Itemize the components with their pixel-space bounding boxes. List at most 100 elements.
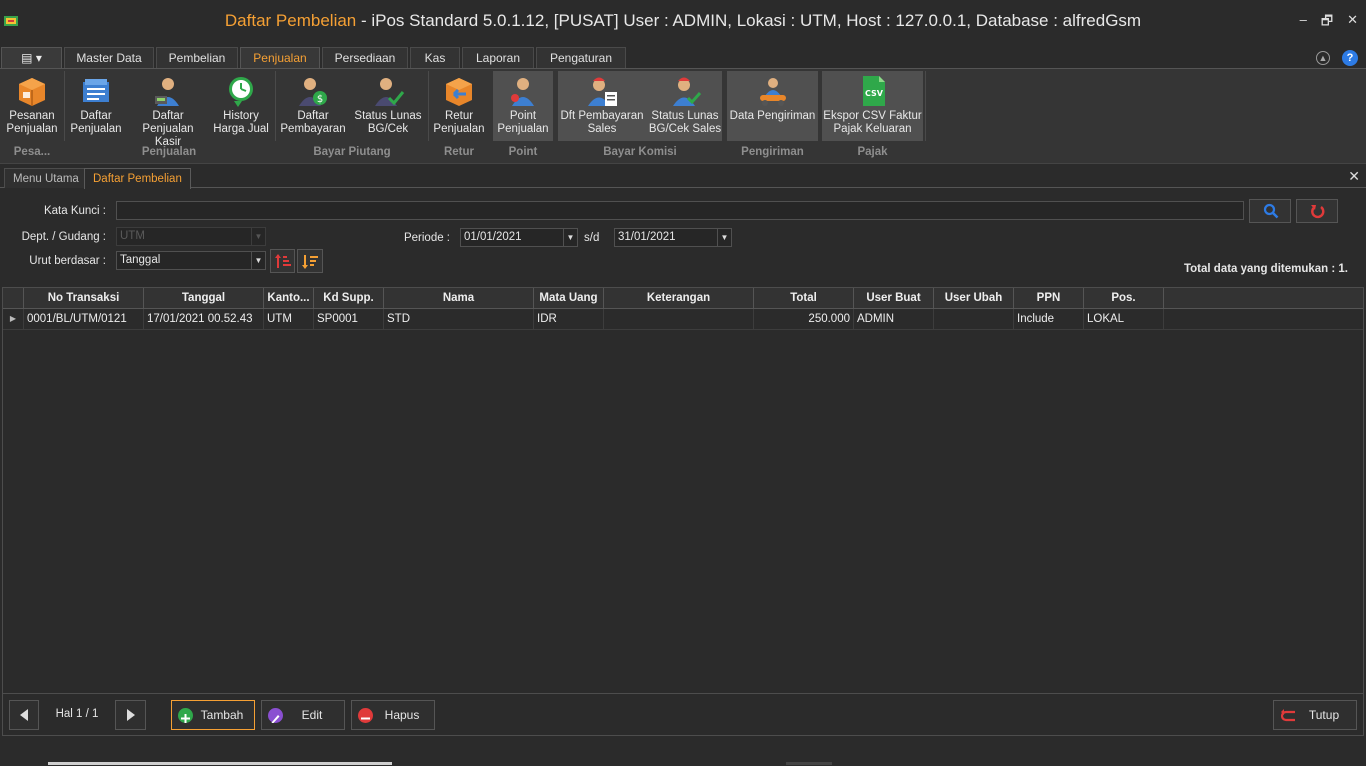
ribbon-status-lunas-bg-cek-sales-button[interactable]: Status Lunas BG/Cek Sales (648, 71, 722, 141)
column-header[interactable]: Mata Uang (534, 288, 604, 309)
group-label-pajak: Pajak (857, 146, 888, 158)
table-cell[interactable]: SP0001 (314, 309, 384, 329)
tambah-button[interactable]: Tambah (171, 700, 255, 730)
periode-to-date[interactable]: 31/01/2021 ▼ (614, 228, 732, 247)
column-header[interactable]: User Buat (854, 288, 934, 309)
sort-descending-icon (302, 255, 318, 269)
tab-persediaan[interactable]: Persediaan (322, 47, 408, 69)
ribbon-daftar-penjualan-button[interactable]: Daftar Penjualan (66, 71, 126, 141)
kata-kunci-label: Kata Kunci : (43, 205, 106, 217)
app-menu-button[interactable]: ▤ ▾ (1, 47, 62, 69)
total-data-label: Total data yang ditemukan : 1. (1183, 263, 1348, 275)
ribbon-point-penjualan-button[interactable]: Point Penjualan (493, 71, 553, 141)
sales-check-icon (673, 77, 702, 106)
group-label-penjualan: Penjualan (141, 146, 197, 158)
bottom-toolbar: Hal 1 / 1 Tambah Edit Hapus Tutup (2, 694, 1364, 736)
column-header[interactable]: User Ubah (934, 288, 1014, 309)
tab-master-data[interactable]: Master Data (64, 47, 154, 69)
group-label-bayar-piutang: Bayar Piutang (313, 146, 391, 158)
menu-tab-row: ▤ ▾ Master Data Pembelian Penjualan Pers… (0, 47, 1366, 69)
help-icon[interactable]: ? (1342, 50, 1358, 66)
table-cell[interactable]: 250.000 (754, 309, 854, 329)
table-cell[interactable] (934, 309, 1014, 329)
tab-pembelian[interactable]: Pembelian (156, 47, 238, 69)
tutup-button[interactable]: Tutup (1273, 700, 1357, 730)
chevron-down-icon[interactable]: ▼ (717, 229, 731, 246)
window-title-main: Daftar Pembelian (224, 11, 357, 30)
sd-label: s/d (584, 232, 600, 244)
ribbon-daftar-pembayaran-button[interactable]: $ Daftar Pembayaran (278, 71, 348, 141)
table-cell[interactable]: 17/01/2021 00.52.43 (144, 309, 264, 329)
column-header[interactable]: Nama (384, 288, 534, 309)
doc-tab-daftar-pembelian[interactable]: Daftar Pembelian (84, 168, 191, 189)
table-cell[interactable]: STD (384, 309, 534, 329)
table-cell[interactable]: LOKAL (1084, 309, 1164, 329)
ribbon-separator (428, 71, 429, 141)
table-cell[interactable]: 0001/BL/UTM/0121 (24, 309, 144, 329)
column-header[interactable]: Keterangan (604, 288, 754, 309)
hapus-button[interactable]: Hapus (351, 700, 435, 730)
prev-page-button[interactable] (9, 700, 39, 730)
order-box-icon (19, 78, 45, 106)
chevron-down-icon[interactable]: ▼ (251, 252, 265, 269)
svg-text:CSV: CSV (865, 89, 884, 98)
sort-descending-button[interactable] (297, 249, 323, 273)
tab-pengaturan[interactable]: Pengaturan (536, 47, 626, 69)
csv-icon: CSV (862, 76, 885, 106)
close-tab-icon[interactable]: ✕ (1348, 168, 1360, 185)
table-cell[interactable]: Include (1014, 309, 1084, 329)
point-person-icon (511, 78, 534, 106)
urut-berdasar-label: Urut berdasar : (29, 255, 106, 267)
ribbon-separator (275, 71, 276, 141)
next-page-button[interactable] (115, 700, 146, 730)
cashier-icon (155, 78, 179, 106)
column-header[interactable]: PPN (1014, 288, 1084, 309)
table-row[interactable]: ▶ 0001/BL/UTM/0121 17/01/2021 00.52.43 U… (3, 309, 1363, 330)
tab-laporan[interactable]: Laporan (462, 47, 534, 69)
table-cell[interactable]: UTM (264, 309, 314, 329)
sort-ascending-button[interactable] (270, 249, 295, 273)
table-cell[interactable]: IDR (534, 309, 604, 329)
search-button[interactable] (1249, 199, 1291, 223)
column-header[interactable]: Total (754, 288, 854, 309)
svg-text:$: $ (317, 94, 323, 105)
sort-ascending-icon (275, 254, 291, 268)
payment-person-icon: $ (299, 78, 327, 106)
column-header[interactable]: Kd Supp. (314, 288, 384, 309)
ribbon-retur-penjualan-button[interactable]: Retur Penjualan (430, 71, 488, 141)
doc-tab-menu-utama[interactable]: Menu Utama (4, 168, 88, 188)
window-title: Daftar Pembelian - iPos Standard 5.0.1.1… (0, 11, 1366, 31)
sales-list-icon (83, 79, 109, 102)
column-header[interactable]: Tanggal (144, 288, 264, 309)
column-header[interactable]: Kanto... (264, 288, 314, 309)
edit-button[interactable]: Edit (261, 700, 345, 730)
grid-header: No Transaksi Tanggal Kanto... Kd Supp. N… (3, 288, 1363, 309)
search-icon (1263, 203, 1279, 219)
urut-berdasar-select[interactable]: Tanggal ▼ (116, 251, 266, 270)
tab-penjualan[interactable]: Penjualan (240, 47, 320, 69)
column-header[interactable]: No Transaksi (24, 288, 144, 309)
column-header[interactable]: Pos. (1084, 288, 1164, 309)
table-cell[interactable] (604, 309, 754, 329)
ribbon-dft-pembayaran-sales-button[interactable]: Dft Pembayaran Sales (560, 71, 644, 141)
ribbon-history-harga-jual-button[interactable]: History Harga Jual (210, 71, 272, 141)
ribbon-daftar-penjualan-kasir-button[interactable]: Daftar Penjualan Kasir (128, 71, 208, 148)
minimize-button[interactable]: – (1300, 12, 1307, 34)
ribbon-data-pengiriman-button[interactable]: Data Pengiriman (727, 71, 818, 141)
periode-from-date[interactable]: 01/01/2021 ▼ (460, 228, 578, 247)
document-tabs: Menu Utama Daftar Pembelian ✕ (0, 166, 1366, 189)
group-label-point: Point (508, 146, 538, 158)
ribbon-ekspor-csv-faktur-button[interactable]: CSV Ekspor CSV Faktur Pajak Keluaran (822, 71, 923, 141)
ribbon-status-lunas-bg-cek-button[interactable]: Status Lunas BG/Cek (350, 71, 426, 141)
chevron-down-icon[interactable]: ▼ (563, 229, 577, 246)
collapse-ribbon-icon[interactable]: ▲ (1316, 51, 1330, 65)
kata-kunci-input[interactable] (116, 201, 1244, 220)
restore-button[interactable]: 🗗 (1321, 12, 1333, 34)
reset-button[interactable] (1296, 199, 1338, 223)
ribbon-pesanan-penjualan-button[interactable]: Pesanan Penjualan (2, 71, 62, 141)
group-label-pengiriman: Pengiriman (741, 146, 804, 158)
table-cell[interactable]: ADMIN (854, 309, 934, 329)
sales-payment-icon (588, 77, 617, 106)
close-window-button[interactable]: ✕ (1347, 12, 1358, 34)
tab-kas[interactable]: Kas (410, 47, 460, 69)
